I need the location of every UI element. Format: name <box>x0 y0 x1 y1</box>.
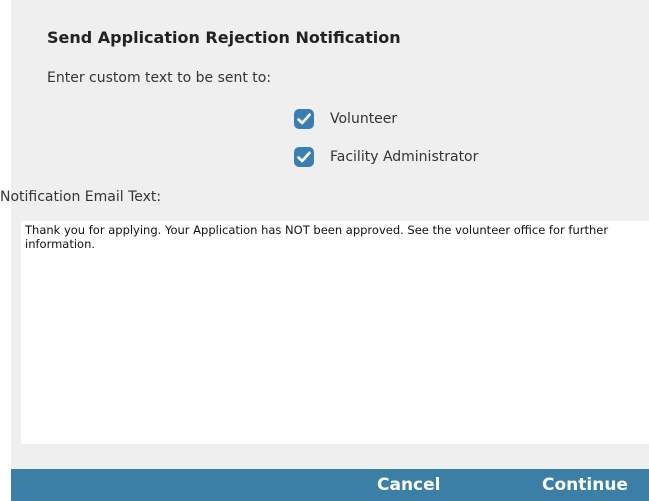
facility-administrator-checkbox-row[interactable]: Facility Administrator <box>294 146 478 168</box>
recipients-prompt: Enter custom text to be sent to: <box>47 70 272 86</box>
notification-email-textarea[interactable]: Thank you for applying. Your Application… <box>21 221 649 444</box>
checkmark-icon <box>297 113 311 125</box>
email-text-label: Notification Email Text: <box>0 189 162 205</box>
checkmark-icon <box>297 151 311 163</box>
volunteer-checkbox-row[interactable]: Volunteer <box>294 108 397 130</box>
dialog-footer: Cancel Continue <box>11 469 649 501</box>
volunteer-label: Volunteer <box>330 111 398 127</box>
cancel-button[interactable]: Cancel <box>377 469 440 501</box>
volunteer-checkbox[interactable] <box>294 109 314 129</box>
continue-button[interactable]: Continue <box>542 469 628 501</box>
dialog-title: Send Application Rejection Notification <box>47 28 401 47</box>
facility-administrator-checkbox[interactable] <box>294 147 314 167</box>
rejection-notification-dialog: Send Application Rejection Notification … <box>0 0 649 501</box>
facility-administrator-label: Facility Administrator <box>330 149 479 165</box>
